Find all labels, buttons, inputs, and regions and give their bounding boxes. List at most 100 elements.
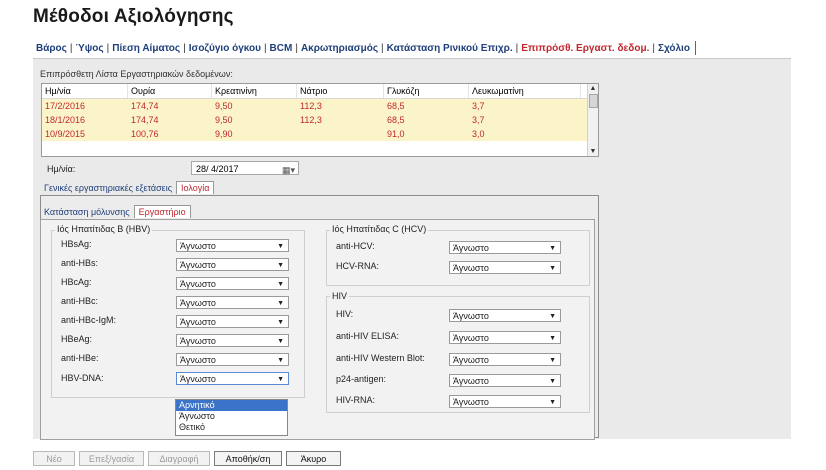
chevron-down-icon: ▼ bbox=[277, 376, 284, 383]
chevron-down-icon: ▼ bbox=[549, 399, 556, 406]
table-cell: 18/1/2016 bbox=[45, 115, 86, 125]
tab-additional-lab-data[interactable]: Επιπρόσθ. Εργαστ. δεδομ. bbox=[518, 43, 652, 54]
virology-tabs: Κατάσταση μόλυνσης Εργαστήριο bbox=[40, 205, 191, 218]
hcv-rna-value: Άγνωστο bbox=[453, 263, 489, 273]
hiv-rna-value: Άγνωστο bbox=[453, 397, 489, 407]
anti-hbc-label: anti-HBc: bbox=[61, 296, 99, 306]
hbeag-label: HBeAg: bbox=[61, 334, 93, 344]
column-header-glucose[interactable]: Γλυκόζη bbox=[384, 84, 469, 98]
anti-hbe-value: Άγνωστο bbox=[180, 355, 216, 365]
hbv-dna-label: HBV-DNA: bbox=[61, 373, 104, 383]
new-button[interactable]: Νέο bbox=[33, 451, 75, 466]
date-label: Ημ/νία: bbox=[47, 164, 76, 174]
table-cell: 68,5 bbox=[387, 101, 405, 111]
column-header-albumin[interactable]: Λευκωματίνη bbox=[469, 84, 581, 98]
table-cell: 174,74 bbox=[131, 101, 159, 111]
anti-hbe-select[interactable]: Άγνωστο ▼ bbox=[176, 353, 289, 366]
tab-comment[interactable]: Σχόλιο bbox=[655, 43, 693, 54]
chevron-down-icon: ▼ bbox=[277, 357, 284, 364]
tab-height[interactable]: Ύψος bbox=[72, 43, 106, 54]
anti-hbs-value: Άγνωστο bbox=[180, 260, 216, 270]
tab-fluid-balance[interactable]: Ισοζύγιο όγκου bbox=[186, 43, 264, 54]
cancel-button[interactable]: Άκυρο bbox=[286, 451, 341, 466]
chevron-down-icon: ▼ bbox=[549, 245, 556, 252]
anti-hiv-western-blot-label: anti-HIV Western Blot: bbox=[336, 353, 425, 363]
dropdown-option-negative[interactable]: Αρνητικό bbox=[176, 400, 287, 411]
table-cell: 112,3 bbox=[300, 115, 322, 125]
anti-hbc-select[interactable]: Άγνωστο ▼ bbox=[176, 296, 289, 309]
date-picker[interactable]: 28/ 4/2017 ▦▾ bbox=[191, 161, 299, 175]
p24-antigen-label: p24-antigen: bbox=[336, 374, 387, 384]
table-cell: 3,7 bbox=[472, 115, 485, 125]
chevron-down-icon: ▼ bbox=[549, 335, 556, 342]
anti-hcv-label: anti-HCV: bbox=[336, 241, 375, 251]
table-cell: 17/2/2016 bbox=[45, 101, 86, 111]
hiv-label: HIV: bbox=[336, 309, 354, 319]
hiv-select[interactable]: Άγνωστο ▼ bbox=[449, 309, 561, 322]
anti-hcv-value: Άγνωστο bbox=[453, 243, 489, 253]
tab-bcm[interactable]: BCM bbox=[267, 43, 296, 54]
hiv-rna-select[interactable]: Άγνωστο ▼ bbox=[449, 395, 561, 408]
hbsag-label: HBsAg: bbox=[61, 239, 92, 249]
column-header-date[interactable]: Ημ/νία bbox=[42, 84, 128, 98]
table-row[interactable]: 10/9/2015 100,76 9,90 91,0 3,0 bbox=[42, 127, 598, 141]
table-cell: 3,7 bbox=[472, 101, 485, 111]
table-cell: 3,0 bbox=[472, 129, 485, 139]
anti-hbc-igm-value: Άγνωστο bbox=[180, 317, 216, 327]
anti-hiv-western-blot-select[interactable]: Άγνωστο ▼ bbox=[449, 353, 561, 366]
hbcag-select[interactable]: Άγνωστο ▼ bbox=[176, 277, 289, 290]
anti-hbc-igm-select[interactable]: Άγνωστο ▼ bbox=[176, 315, 289, 328]
column-header-urea[interactable]: Ουρία bbox=[128, 84, 212, 98]
tab-blood-pressure[interactable]: Πίεση Αίματος bbox=[109, 43, 183, 54]
hbv-group-title: Ιός Ηπατίτιδας Β (HBV) bbox=[55, 224, 153, 234]
edit-button[interactable]: Επεξ/γασία bbox=[79, 451, 144, 466]
hcv-rna-select[interactable]: Άγνωστο ▼ bbox=[449, 261, 561, 274]
tab-general-lab-tests[interactable]: Γενικές εργαστηριακές εξετάσεις bbox=[40, 182, 176, 194]
hbv-dna-value: Άγνωστο bbox=[180, 374, 216, 384]
hiv-rna-label: HIV-RNA: bbox=[336, 395, 376, 405]
hbsag-value: Άγνωστο bbox=[180, 241, 216, 251]
table-scrollbar[interactable]: ▲ ▼ bbox=[587, 84, 598, 156]
tab-amputation[interactable]: Ακρωτηριασμός bbox=[298, 43, 381, 54]
hbv-dna-select[interactable]: Άγνωστο ▼ bbox=[176, 372, 289, 385]
hbeag-select[interactable]: Άγνωστο ▼ bbox=[176, 334, 289, 347]
anti-hcv-select[interactable]: Άγνωστο ▼ bbox=[449, 241, 561, 254]
table-cell: 9,50 bbox=[215, 101, 233, 111]
table-row[interactable]: 17/2/2016 174,74 9,50 112,3 68,5 3,7 bbox=[42, 99, 598, 113]
anti-hbc-igm-label: anti-HBc-IgM: bbox=[61, 315, 117, 325]
save-button[interactable]: Αποθήκ/ση bbox=[214, 451, 282, 466]
anti-hbc-value: Άγνωστο bbox=[180, 298, 216, 308]
hcv-rna-label: HCV-RNA: bbox=[336, 261, 380, 271]
scroll-up-icon[interactable]: ▲ bbox=[588, 84, 598, 93]
main-tab-bar: Βάρος | Ύψος | Πίεση Αίματος | Ισοζύγιο όγκ… bbox=[33, 40, 696, 56]
tab-infection-status[interactable]: Κατάσταση μόλυνσης bbox=[40, 206, 134, 218]
dropdown-option-unknown[interactable]: Άγνωστο bbox=[176, 411, 287, 422]
anti-hbs-select[interactable]: Άγνωστο ▼ bbox=[176, 258, 289, 271]
hcv-group-title: Ιός Ηπατίτιδας C (HCV) bbox=[330, 224, 429, 234]
p24-antigen-value: Άγνωστο bbox=[453, 376, 489, 386]
tab-virology[interactable]: Ιολογία bbox=[176, 181, 215, 194]
anti-hiv-elisa-value: Άγνωστο bbox=[453, 333, 489, 343]
scroll-down-icon[interactable]: ▼ bbox=[588, 147, 598, 156]
lab-data-table: Ημ/νία Ουρία Κρεατινίνη Νάτριο Γλυκόζη Λ… bbox=[41, 83, 599, 157]
dropdown-option-positive[interactable]: Θετικό bbox=[176, 422, 287, 433]
tab-laboratory[interactable]: Εργαστήριο bbox=[133, 205, 191, 218]
delete-button[interactable]: Διαγραφή bbox=[148, 451, 210, 466]
column-header-creatinine[interactable]: Κρεατινίνη bbox=[212, 84, 297, 98]
hcv-group bbox=[326, 230, 590, 286]
tab-weight[interactable]: Βάρος bbox=[33, 43, 70, 54]
scroll-thumb[interactable] bbox=[589, 94, 598, 108]
table-row[interactable]: 18/1/2016 174,74 9,50 112,3 68,5 3,7 bbox=[42, 113, 598, 127]
lab-list-label: Επιπρόσθετη Λίστα Εργαστηριακών δεδομένω… bbox=[40, 69, 233, 79]
calendar-icon[interactable]: ▦▾ bbox=[282, 163, 295, 177]
column-header-sodium[interactable]: Νάτριο bbox=[297, 84, 384, 98]
tab-nasal-swab[interactable]: Κατάσταση Ρινικού Επιχρ. bbox=[384, 43, 516, 54]
hbeag-value: Άγνωστο bbox=[180, 336, 216, 346]
hbsag-select[interactable]: Άγνωστο ▼ bbox=[176, 239, 289, 252]
lab-category-tabs: Γενικές εργαστηριακές εξετάσεις Ιολογία bbox=[40, 181, 215, 194]
anti-hiv-elisa-select[interactable]: Άγνωστο ▼ bbox=[449, 331, 561, 344]
table-header: Ημ/νία Ουρία Κρεατινίνη Νάτριο Γλυκόζη Λ… bbox=[42, 84, 598, 99]
page-title: Μέθοδοι Αξιολόγησης bbox=[33, 6, 234, 27]
p24-antigen-select[interactable]: Άγνωστο ▼ bbox=[449, 374, 561, 387]
table-cell bbox=[297, 127, 384, 141]
